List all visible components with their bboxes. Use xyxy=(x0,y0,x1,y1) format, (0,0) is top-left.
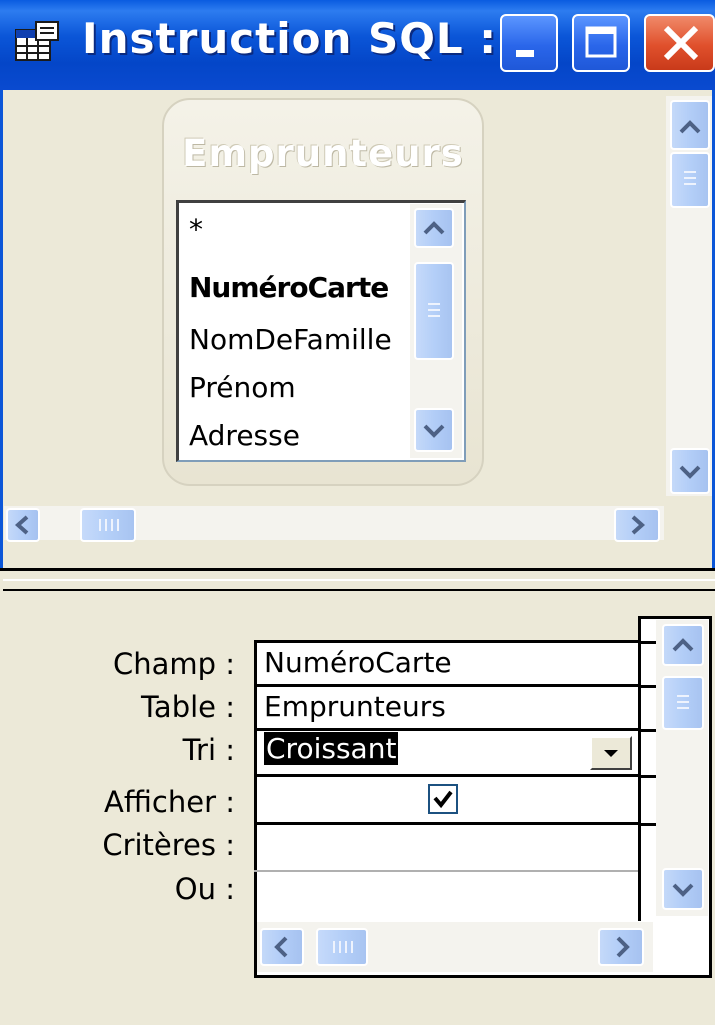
chevron-down-icon xyxy=(423,424,445,438)
grid-hscroll-thumb[interactable] xyxy=(316,928,368,966)
field-item-all[interactable]: * xyxy=(189,213,203,246)
minimize-button[interactable] xyxy=(500,14,558,72)
chevron-left-icon xyxy=(14,515,29,535)
field-item-numerocarte[interactable]: NuméroCarte xyxy=(189,271,389,304)
field-list-scroll-down-button[interactable] xyxy=(414,408,454,452)
chevron-left-icon xyxy=(274,936,288,958)
grip-icon xyxy=(428,303,440,317)
maximize-button[interactable] xyxy=(572,14,630,72)
table-pane-scroll-thumb[interactable] xyxy=(670,152,710,208)
grip-icon xyxy=(333,941,353,953)
close-button[interactable] xyxy=(644,14,715,72)
field-item-adresse[interactable]: Adresse xyxy=(189,419,300,452)
table-pane-hscroll-thumb[interactable] xyxy=(80,508,136,542)
grid-divider xyxy=(641,685,657,688)
show-checkbox[interactable] xyxy=(428,784,458,814)
triangle-down-icon xyxy=(604,750,618,757)
grid-divider xyxy=(254,640,640,643)
chevron-down-icon xyxy=(672,883,694,897)
grid-divider xyxy=(641,641,657,644)
chevron-right-icon xyxy=(631,515,646,535)
query-grid-icon[interactable] xyxy=(14,20,62,64)
field-cell[interactable]: NuméroCarte xyxy=(254,646,640,684)
grid-divider xyxy=(254,728,640,731)
column-selector[interactable] xyxy=(254,616,640,640)
table-pane-scroll-down-button[interactable] xyxy=(670,448,710,494)
row-label-criteres: Critères : xyxy=(102,828,235,862)
grid-scroll-right-button[interactable] xyxy=(598,928,644,966)
minimize-icon xyxy=(516,50,534,57)
chevron-down-icon xyxy=(679,465,701,479)
row-label-champ: Champ : xyxy=(112,647,235,681)
field-list-scroll-up-button[interactable] xyxy=(414,208,454,248)
field-item-prenom[interactable]: Prénom xyxy=(189,371,296,404)
sort-cell[interactable]: Croissant xyxy=(254,732,640,774)
grid-scroll-thumb[interactable] xyxy=(662,676,704,730)
row-label-afficher: Afficher : xyxy=(104,785,235,819)
table-name: Emprunteurs xyxy=(182,132,464,175)
grid-scroll-down-button[interactable] xyxy=(662,868,704,910)
grid-scroll-left-button[interactable] xyxy=(260,928,304,966)
splitter-bar[interactable] xyxy=(3,579,715,591)
sort-value: Croissant xyxy=(264,732,399,765)
table-pane-scroll-left-button[interactable] xyxy=(6,508,40,542)
show-cell[interactable] xyxy=(254,778,640,822)
criteria-cell[interactable] xyxy=(254,826,640,870)
maximize-icon xyxy=(585,26,617,58)
grid-divider xyxy=(254,822,640,825)
grid-divider xyxy=(641,729,657,732)
grid-scroll-up-button[interactable] xyxy=(662,624,704,666)
grip-icon xyxy=(677,695,689,709)
title-bar[interactable]: Instruction SQL :... xyxy=(0,0,715,90)
close-icon xyxy=(663,25,699,61)
table-pane-scroll-right-button[interactable] xyxy=(614,508,660,542)
grid-divider xyxy=(641,823,657,826)
or-cell[interactable] xyxy=(254,874,640,918)
pane-splitter[interactable] xyxy=(0,568,715,596)
table-pane-scroll-up-button[interactable] xyxy=(670,100,710,150)
row-label-ou: Ou : xyxy=(174,872,235,906)
chevron-up-icon xyxy=(672,638,694,652)
window-title: Instruction SQL :... xyxy=(82,14,548,63)
grid-divider xyxy=(254,774,640,777)
row-label-table: Table : xyxy=(141,690,235,724)
chevron-up-icon xyxy=(679,120,701,134)
chevron-up-icon xyxy=(423,221,445,235)
table-cell[interactable]: Emprunteurs xyxy=(254,690,640,728)
grip-icon xyxy=(99,519,119,531)
checkmark-icon xyxy=(433,790,453,809)
chevron-right-icon xyxy=(616,936,630,958)
grid-divider xyxy=(641,775,657,778)
sort-dropdown-button[interactable] xyxy=(590,736,632,770)
grid-divider xyxy=(254,684,640,687)
row-label-tri: Tri : xyxy=(182,733,235,767)
grip-icon xyxy=(684,171,696,185)
field-item-nomdefamille[interactable]: NomDeFamille xyxy=(189,323,392,356)
field-list-scroll-thumb[interactable] xyxy=(414,262,454,360)
grid-divider xyxy=(254,870,640,872)
column-separator xyxy=(638,616,641,921)
